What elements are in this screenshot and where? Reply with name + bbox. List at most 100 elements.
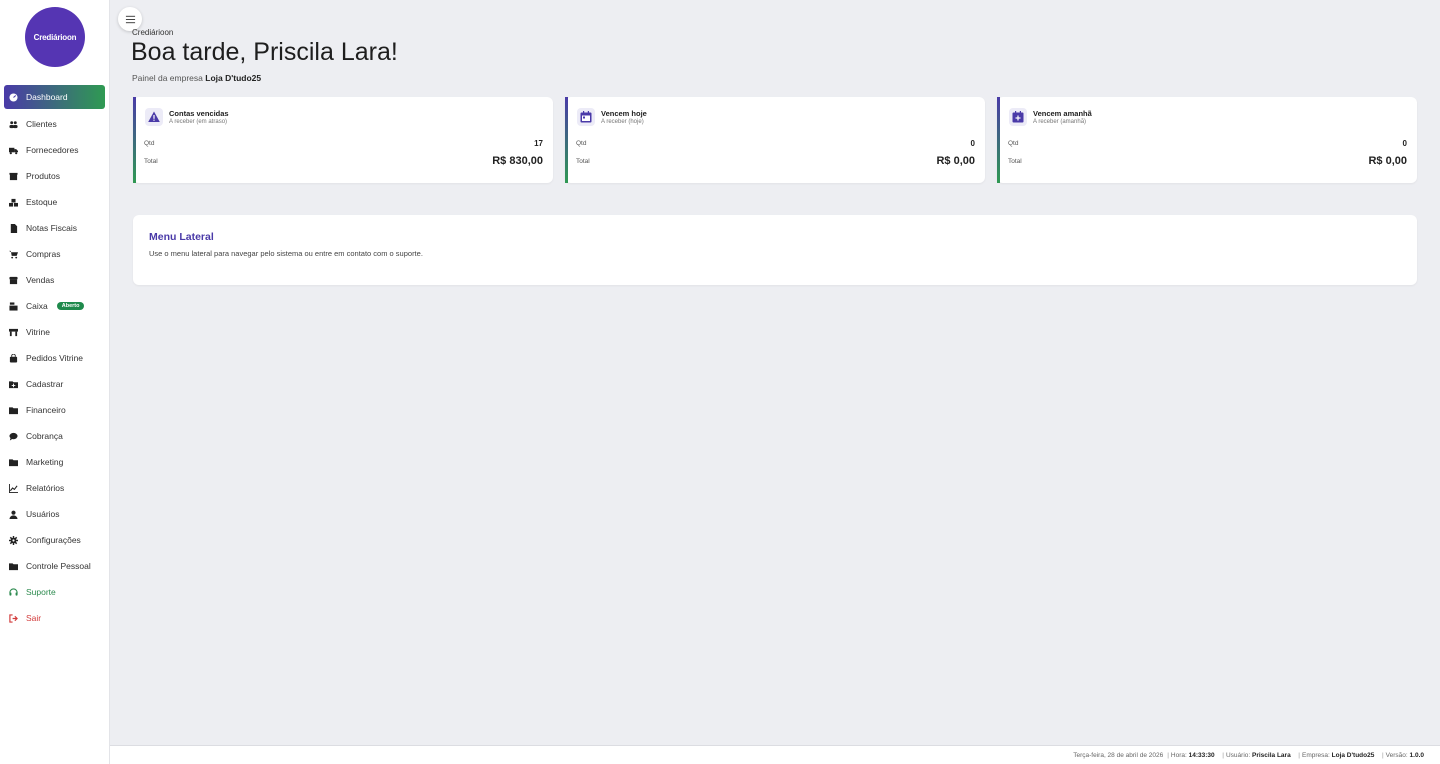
footer-separator: | bbox=[1218, 751, 1224, 759]
footer-usuario: Priscila Lara bbox=[1252, 751, 1291, 759]
total-label: Total bbox=[1008, 157, 1022, 165]
page-title: Boa tarde, Priscila Lara! bbox=[131, 38, 398, 66]
sidebar-item-clientes[interactable]: Clientes bbox=[0, 111, 110, 137]
card-title: Contas vencidas bbox=[169, 109, 229, 118]
panel-text: Use o menu lateral para navegar pelo sis… bbox=[149, 249, 423, 258]
users-icon bbox=[8, 119, 19, 130]
sidebar-item-vitrine[interactable]: Vitrine bbox=[0, 319, 110, 345]
truck-icon bbox=[8, 145, 19, 156]
card-qty-row: Qtd 0 bbox=[1008, 139, 1407, 148]
bag-icon bbox=[8, 353, 19, 364]
sidebar-item-label: Relatórios bbox=[26, 483, 65, 493]
info-panel: Menu Lateral Use o menu lateral para nav… bbox=[133, 215, 1417, 285]
company-subtitle: Painel da empresa Loja D'tudo25 bbox=[132, 73, 261, 83]
sidebar-item-label: Produtos bbox=[26, 171, 61, 181]
sidebar-item-marketing[interactable]: Marketing bbox=[0, 449, 110, 475]
sidebar-item-label: Sair bbox=[26, 613, 42, 623]
folder-plus-icon bbox=[8, 379, 19, 390]
store-icon bbox=[8, 275, 19, 286]
gear-icon bbox=[8, 535, 19, 546]
sidebar-item-usuarios[interactable]: Usuários bbox=[0, 501, 110, 527]
footer-versao-label: Versão: bbox=[1385, 751, 1408, 759]
sidebar-item-fornecedores[interactable]: Fornecedores bbox=[0, 137, 110, 163]
calendar-icon bbox=[577, 108, 595, 126]
card-qty-row: Qtd 17 bbox=[144, 139, 543, 148]
boxes-icon bbox=[8, 197, 19, 208]
total-value: R$ 0,00 bbox=[936, 155, 975, 167]
sidebar-item-label: Dashboard bbox=[26, 92, 68, 102]
qty-label: Qtd bbox=[576, 140, 587, 147]
total-label: Total bbox=[144, 157, 158, 165]
box-icon bbox=[8, 171, 19, 182]
sidebar-item-label: Cobrança bbox=[26, 431, 63, 441]
status-badge: Aberto bbox=[56, 302, 85, 310]
qty-value: 0 bbox=[970, 139, 975, 148]
sidebar-item-label: Notas Fiscais bbox=[26, 223, 78, 233]
footer-separator: | bbox=[1167, 751, 1169, 759]
card-qty-row: Qtd 0 bbox=[576, 139, 975, 148]
sidebar-item-cobranca[interactable]: Cobrança bbox=[0, 423, 110, 449]
sidebar-item-label: Controle Pessoal bbox=[26, 561, 91, 571]
logo[interactable]: Crediárioon bbox=[25, 7, 85, 67]
chat-icon bbox=[8, 431, 19, 442]
sidebar-item-notas-fiscais[interactable]: Notas Fiscais bbox=[0, 215, 110, 241]
sidebar-item-suporte[interactable]: Suporte bbox=[0, 579, 110, 605]
card-contas-vencidas[interactable]: Contas vencidas A receber (em atraso) Qt… bbox=[133, 97, 553, 183]
sidebar-item-compras[interactable]: Compras bbox=[0, 241, 110, 267]
sidebar-item-relatorios[interactable]: Relatórios bbox=[0, 475, 110, 501]
sidebar-item-label: Cadastrar bbox=[26, 379, 64, 389]
dashboard-icon bbox=[8, 92, 19, 103]
sidebar-item-configuracoes[interactable]: Configurações bbox=[0, 527, 110, 553]
sidebar-item-label: Usuários bbox=[26, 509, 60, 519]
cart-icon bbox=[8, 249, 19, 260]
sidebar-item-produtos[interactable]: Produtos bbox=[0, 163, 110, 189]
card-title: Vencem hoje bbox=[601, 109, 647, 118]
wallet-icon bbox=[8, 561, 19, 572]
brand-label: Crediárioon bbox=[132, 28, 174, 37]
sidebar-item-cadastrar[interactable]: Cadastrar bbox=[0, 371, 110, 397]
total-label: Total bbox=[576, 157, 590, 165]
megaphone-icon bbox=[8, 457, 19, 468]
company-name: Loja D'tudo25 bbox=[205, 73, 262, 83]
chart-icon bbox=[8, 483, 19, 494]
footer-hora-label: Hora: bbox=[1170, 751, 1187, 759]
sidebar-item-dashboard[interactable]: Dashboard bbox=[4, 85, 105, 109]
card-subtitle: A receber (hoje) bbox=[601, 119, 644, 125]
status-footer: Terça-feira, 28 de abril de 2026 | Hora:… bbox=[110, 745, 1440, 764]
storefront-icon bbox=[8, 327, 19, 338]
wallet-icon bbox=[8, 405, 19, 416]
sidebar-item-financeiro[interactable]: Financeiro bbox=[0, 397, 110, 423]
headset-icon bbox=[8, 587, 19, 598]
sidebar-item-caixa[interactable]: Caixa Aberto bbox=[0, 293, 110, 319]
card-title: Vencem amanhã bbox=[1033, 109, 1092, 118]
card-vencem-hoje[interactable]: Vencem hoje A receber (hoje) Qtd 0 Total… bbox=[565, 97, 985, 183]
footer-empresa: Loja D'tudo25 bbox=[1331, 751, 1375, 759]
footer-separator: | bbox=[1378, 751, 1384, 759]
footer-empresa-label: Empresa: bbox=[1302, 751, 1330, 759]
logout-icon bbox=[8, 613, 19, 624]
qty-value: 17 bbox=[534, 139, 543, 148]
sidebar-item-label: Vitrine bbox=[26, 327, 50, 337]
qty-value: 0 bbox=[1402, 139, 1407, 148]
sidebar-item-label: Clientes bbox=[26, 119, 57, 129]
sidebar-item-label: Configurações bbox=[26, 535, 81, 545]
footer-date: Terça-feira, 28 de abril de 2026 bbox=[1073, 751, 1164, 759]
sidebar-item-label: Marketing bbox=[26, 457, 64, 467]
sidebar-item-label: Caixa bbox=[26, 301, 48, 311]
sidebar-item-pedidos-vitrine[interactable]: Pedidos Vitrine bbox=[0, 345, 110, 371]
qty-label: Qtd bbox=[144, 140, 155, 147]
card-subtitle: A receber (em atraso) bbox=[169, 119, 228, 125]
sidebar-item-vendas[interactable]: Vendas bbox=[0, 267, 110, 293]
qty-label: Qtd bbox=[1008, 140, 1019, 147]
footer-separator: | bbox=[1294, 751, 1300, 759]
sidebar-item-label: Estoque bbox=[26, 197, 58, 207]
footer-versao: 1.0.0 bbox=[1409, 751, 1424, 759]
sidebar-item-controle-pessoal[interactable]: Controle Pessoal bbox=[0, 553, 110, 579]
sidebar-item-estoque[interactable]: Estoque bbox=[0, 189, 110, 215]
card-vencem-amanha[interactable]: Vencem amanhã A receber (amanhã) Qtd 0 T… bbox=[997, 97, 1417, 183]
sidebar-item-label: Suporte bbox=[26, 587, 56, 597]
card-total-row: Total R$ 830,00 bbox=[144, 155, 543, 167]
total-value: R$ 830,00 bbox=[492, 155, 543, 167]
sidebar-item-label: Compras bbox=[26, 249, 61, 259]
sidebar-item-sair[interactable]: Sair bbox=[0, 605, 110, 631]
